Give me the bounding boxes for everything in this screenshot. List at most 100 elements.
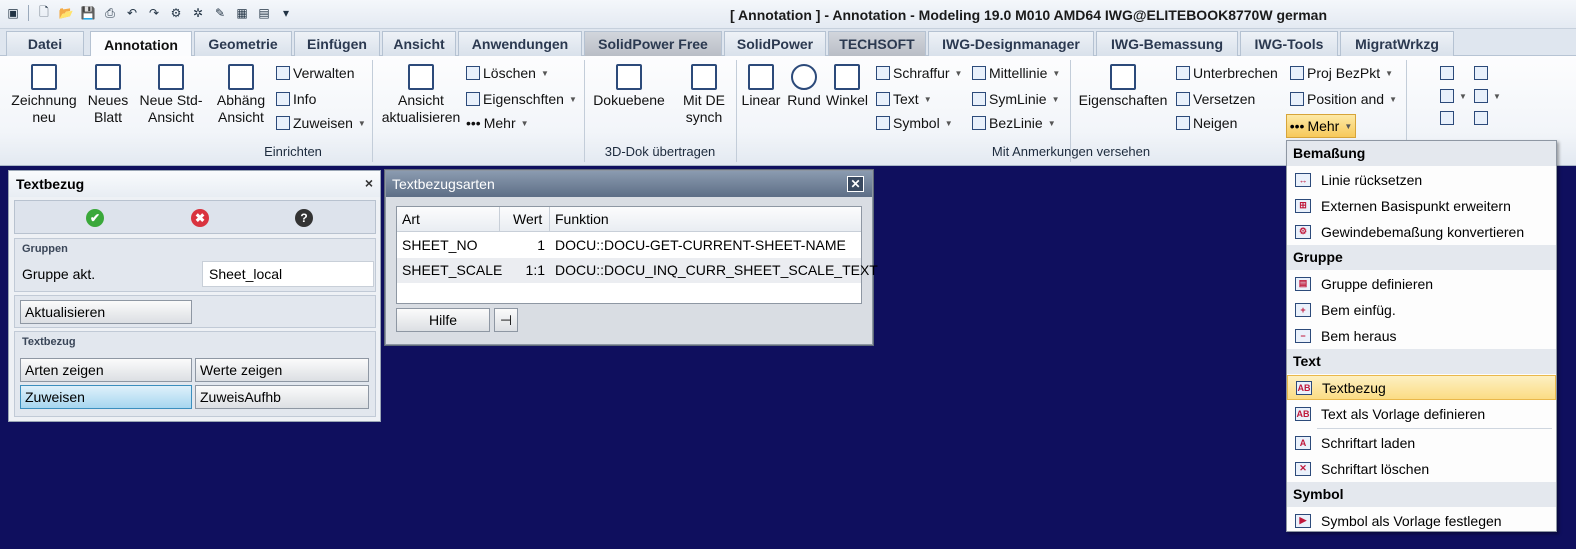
picture-icon[interactable]: ▦ (233, 4, 251, 22)
bezlinie-label: BezLinie (989, 115, 1043, 131)
frame-button[interactable] (1440, 108, 1454, 128)
tab-solidpower-free[interactable]: SolidPower Free (584, 31, 722, 56)
customize-qat-icon[interactable]: ▾ (277, 4, 295, 22)
mittellinie-button[interactable]: Mittellinie ▼ (972, 63, 1060, 83)
mit-de-synch-button[interactable]: Mit DE synch (674, 64, 734, 126)
loeschen-button[interactable]: Löschen ▼ (466, 63, 549, 83)
menu-item-bem-einfueg[interactable]: + Bem einfüg. (1287, 297, 1556, 322)
menu-item-textbezug[interactable]: AB Textbezug (1287, 375, 1556, 400)
zuweisen-ribbon-button[interactable]: Zuweisen ▼ (276, 113, 366, 133)
zuweis-aufhb-button[interactable]: ZuweisAufhb (195, 385, 369, 409)
menu-item-schriftart-loeschen[interactable]: ✕ Schriftart löschen (1287, 456, 1556, 481)
werte-zeigen-button[interactable]: Werte zeigen (195, 358, 369, 382)
eigenschaften-einrichten-button[interactable]: Eigenschften ▼ (466, 89, 577, 109)
verwalten-button[interactable]: Verwalten (276, 63, 354, 83)
manage-icon (276, 66, 290, 80)
mehr-anmerkungen-button[interactable]: ••• Mehr ▼ (1286, 114, 1356, 138)
settings-icon[interactable]: ✲ (189, 4, 207, 22)
resize-arrow-button[interactable] (1474, 63, 1488, 83)
menu-item-gewindebemassung[interactable]: ⚙ Gewindebemaßung konvertieren (1287, 219, 1556, 244)
neue-std-ansicht-button[interactable]: Neue Std-Ansicht (132, 64, 210, 126)
menu-item-gruppe-definieren[interactable]: ▤ Gruppe definieren (1287, 271, 1556, 296)
symbol-button[interactable]: Symbol ▼ (876, 113, 953, 133)
text-button[interactable]: Text ▼ (876, 89, 932, 109)
app-icon[interactable]: ▣ (4, 4, 22, 22)
textbezug-section-title: Textbezug (22, 336, 76, 348)
tab-migratwrkzg[interactable]: MigratWrkzg (1340, 31, 1454, 56)
pin-button[interactable]: ⊣ (494, 308, 518, 332)
column-header-funktion[interactable]: Funktion (555, 211, 609, 227)
menu-item-bem-heraus[interactable]: − Bem heraus (1287, 323, 1556, 348)
close-icon[interactable]: ✕ (847, 176, 864, 192)
tab-einfuegen[interactable]: Einfügen (294, 31, 380, 56)
open-folder-icon[interactable]: 📂 (57, 4, 75, 22)
help-question-icon[interactable]: ? (295, 209, 313, 227)
info-button[interactable]: Info (276, 89, 316, 109)
tool-icon[interactable]: ⚙ (167, 4, 185, 22)
table-button[interactable] (1474, 108, 1488, 128)
linear-button[interactable]: Linear (738, 64, 784, 109)
aktualisieren-button[interactable]: Aktualisieren (20, 300, 192, 324)
arten-zeigen-button[interactable]: Arten zeigen (20, 358, 192, 382)
position-and-button[interactable]: Position and ▼ (1290, 89, 1397, 109)
menu-item-externen-basispunkt[interactable]: ⊞ Externen Basispunkt erweitern (1287, 193, 1556, 218)
tab-annotation[interactable]: Annotation (90, 31, 192, 57)
column-header-wert[interactable]: Wert (513, 211, 542, 227)
menu-item-schriftart-laden[interactable]: A Schriftart laden (1287, 430, 1556, 455)
bezlinie-button[interactable]: BezLinie ▼ (972, 113, 1056, 133)
winkel-button[interactable]: Winkel (824, 64, 870, 109)
column-header-art[interactable]: Art (402, 211, 420, 227)
select-arrow-button[interactable] (1440, 63, 1454, 83)
table-row[interactable]: SHEET_NO 1 DOCU::DOCU-GET-CURRENT-SHEET-… (397, 233, 861, 258)
zuweisen-panel-button[interactable]: Zuweisen (20, 385, 192, 409)
wrench-icon[interactable]: ✎ (211, 4, 229, 22)
tab-iwg-tools[interactable]: IWG-Tools (1240, 31, 1338, 56)
ok-check-icon[interactable]: ✔ (86, 209, 104, 227)
tab-ansicht[interactable]: Ansicht (382, 31, 456, 56)
info-label: Info (293, 91, 317, 107)
undo-icon[interactable]: ↶ (123, 4, 141, 22)
close-icon[interactable]: × (365, 175, 373, 191)
print-icon[interactable]: ⎙ (101, 4, 119, 22)
menu-item-linie-ruecksetzen[interactable]: ↔ Linie rücksetzen (1287, 167, 1556, 192)
menu-item-label: Gewindebemaßung konvertieren (1321, 223, 1525, 240)
menu-item-symbol-als-vorlage[interactable]: ▶ Symbol als Vorlage festlegen (1287, 508, 1556, 533)
unterbrechen-button[interactable]: Unterbrechen (1176, 63, 1278, 83)
tab-iwg-bemassung[interactable]: IWG-Bemassung (1096, 31, 1238, 56)
gruppe-akt-field[interactable]: Sheet_local (202, 261, 374, 287)
textbezug-section: Textbezug Arten zeigen Werte zeigen Zuwe… (14, 331, 376, 417)
cancel-x-icon[interactable]: ✖ (191, 209, 209, 227)
zeichnung-neu-label: Zeichnung neu (11, 92, 77, 125)
layout-button[interactable]: ▼ (1474, 86, 1501, 106)
tab-techsoft[interactable]: TECHSOFT (828, 31, 926, 56)
tab-anwendungen[interactable]: Anwendungen (458, 31, 582, 56)
tab-iwg-designmanager[interactable]: IWG-Designmanager (928, 31, 1094, 56)
new-file-icon[interactable]: 🗋 (35, 4, 53, 22)
rund-label: Rund (787, 92, 821, 108)
hilfe-button[interactable]: Hilfe (396, 308, 490, 332)
page-icon[interactable]: ▤ (255, 4, 273, 22)
neigen-button[interactable]: Neigen (1176, 113, 1237, 133)
zeichnung-neu-button[interactable]: Zeichnung neu (8, 64, 80, 126)
mehr-einrichten-button[interactable]: ••• Mehr ▼ (466, 113, 529, 133)
window-title: [ Annotation ] - Annotation - Modeling 1… (730, 7, 1328, 23)
chart-edit-button[interactable]: ▼ (1440, 86, 1467, 106)
proj-bezpkt-button[interactable]: Proj BezPkt ▼ (1290, 63, 1393, 83)
dokuebene-label: Dokuebene (593, 92, 665, 108)
save-icon[interactable]: 💾 (79, 4, 97, 22)
tab-solidpower[interactable]: SolidPower (724, 31, 826, 56)
ansicht-aktualisieren-button[interactable]: Ansicht aktualisieren (378, 64, 464, 126)
tab-geometrie[interactable]: Geometrie (194, 31, 292, 56)
table-row[interactable]: SHEET_SCALE 1:1 DOCU::DOCU_INQ_CURR_SHEE… (397, 258, 878, 283)
neues-blatt-button[interactable]: Neues Blatt (84, 64, 132, 126)
tab-datei[interactable]: Datei (6, 31, 84, 56)
redo-icon[interactable]: ↷ (145, 4, 163, 22)
versetzen-button[interactable]: Versetzen (1176, 89, 1255, 109)
symlinie-button[interactable]: SymLinie ▼ (972, 89, 1060, 109)
menu-item-text-als-vorlage[interactable]: AB Text als Vorlage definieren (1287, 401, 1556, 426)
schraffur-button[interactable]: Schraffur ▼ (876, 63, 962, 83)
eigenschaften-anm-button[interactable]: Eigenschaften (1076, 64, 1170, 109)
rund-button[interactable]: Rund (786, 64, 822, 109)
abhaeng-ansicht-button[interactable]: Abhäng Ansicht (212, 64, 270, 126)
dokuebene-button[interactable]: Dokuebene (590, 64, 668, 109)
